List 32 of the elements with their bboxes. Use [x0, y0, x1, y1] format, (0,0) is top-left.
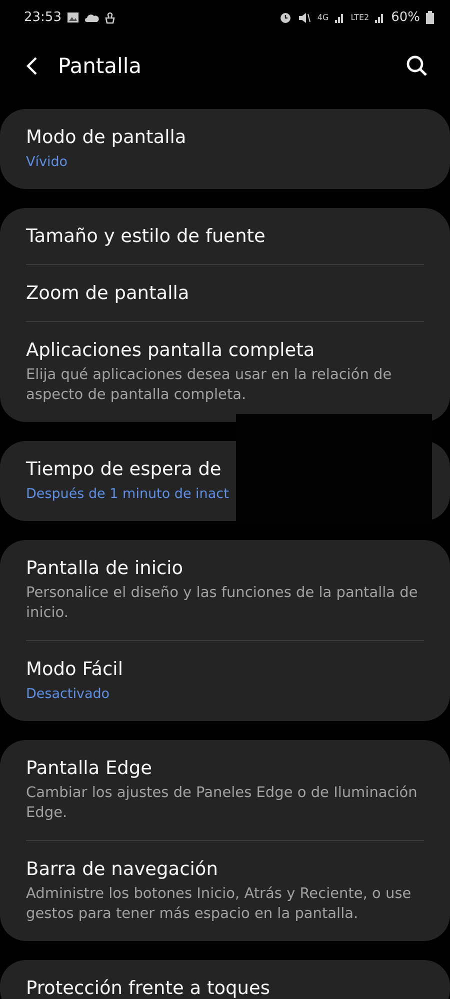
setting-description: Elija qué aplicaciones desea usar en la relación de aspecto de pantalla completa. [26, 366, 393, 405]
setting-description: Administre los botones Inicio, Atrás y Reciente, o use gestos para tener más espacio en la pantalla. [26, 885, 412, 924]
setting-item[interactable]: Barra de navegación [26, 859, 218, 880]
setting-item[interactable]: Pantalla de inicio [26, 558, 184, 579]
setting-item[interactable]: Modo de pantalla [26, 127, 186, 148]
signal-icon [334, 12, 345, 23]
back-icon[interactable] [26, 56, 38, 76]
setting-item[interactable]: Aplicaciones pantalla completa [26, 340, 315, 361]
signal-icon [375, 12, 386, 23]
setting-value: Vívido [26, 153, 68, 172]
setting-item[interactable]: Pantalla Edge [26, 758, 152, 779]
search-icon[interactable] [406, 55, 428, 77]
notification-icon [105, 12, 116, 24]
setting-item[interactable]: Tiempo de espera de [26, 459, 222, 480]
alarm-icon [279, 11, 292, 24]
setting-item[interactable]: Protección frente a toques [26, 978, 270, 999]
cloud-icon [85, 13, 100, 22]
setting-item[interactable]: Tamaño y estilo de fuente [26, 226, 266, 247]
battery-level: 60% [391, 10, 420, 25]
setting-value: Desactivado [26, 685, 110, 704]
setting-description: Personalice el diseño y las funciones de la pantalla de inicio. [26, 584, 419, 623]
setting-item[interactable]: Zoom de pantalla [26, 283, 190, 304]
network-label: LTE2 [350, 14, 370, 22]
setting-item[interactable]: Modo Fácil [26, 659, 123, 680]
setting-description: Cambiar los ajustes de Paneles Edge o de Iluminación Edge. [26, 784, 418, 823]
battery-icon [426, 11, 434, 24]
mute-icon [298, 12, 312, 24]
setting-value: Después de 1 minuto de inact [26, 485, 229, 504]
page-title: Pantalla [58, 54, 143, 78]
gallery-icon [67, 12, 80, 23]
network-label: 4G [317, 14, 329, 22]
clock-time: 23:53 [24, 10, 62, 25]
